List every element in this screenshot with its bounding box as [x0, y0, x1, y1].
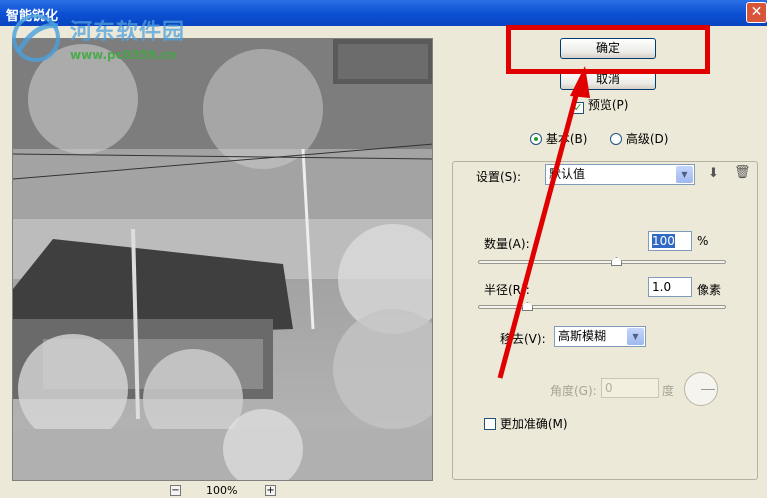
advanced-radio-row[interactable]: 高级(D): [610, 130, 668, 147]
zoom-controls: − 100% +: [160, 484, 290, 498]
advanced-radio[interactable]: [610, 133, 622, 145]
amount-value: 100: [652, 234, 675, 248]
remove-label: 移去(V):: [500, 332, 546, 346]
radius-unit: 像素: [697, 283, 722, 297]
amount-label: 数量(A):: [484, 237, 530, 251]
watermark-logo-icon: [12, 14, 60, 62]
radius-slider-track[interactable]: [478, 305, 726, 309]
watermark-url: www.pc0359.cn: [70, 48, 177, 62]
trash-icon[interactable]: 🗑: [734, 165, 751, 180]
radius-label: 半径(R):: [484, 283, 530, 297]
preview-checkbox-row[interactable]: ✓ 预览(P): [572, 96, 628, 114]
zoom-out-button[interactable]: −: [170, 485, 181, 496]
settings-value: 默认值: [549, 167, 586, 181]
radius-input[interactable]: 1.0: [648, 277, 692, 297]
angle-dial[interactable]: [684, 372, 718, 406]
zoom-in-button[interactable]: +: [265, 485, 276, 496]
zoom-level: 100%: [206, 484, 238, 497]
angle-input[interactable]: 0: [601, 378, 659, 398]
preview-image[interactable]: [12, 38, 433, 481]
amount-unit: %: [697, 234, 709, 248]
preview-checkbox[interactable]: ✓: [572, 102, 584, 114]
chevron-down-icon: ▼: [676, 166, 693, 183]
highlight-box: [506, 25, 710, 74]
advanced-label: 高级(D): [625, 132, 669, 146]
chevron-down-icon: ▼: [627, 328, 644, 345]
basic-radio[interactable]: [530, 133, 542, 145]
basic-radio-row[interactable]: 基本(B): [530, 130, 587, 147]
settings-label: 设置(S):: [476, 170, 522, 184]
remove-select[interactable]: 高斯模糊 ▼: [554, 326, 646, 347]
angle-value: 0: [605, 381, 613, 395]
radius-value: 1.0: [652, 280, 672, 294]
preview-label: 预览(P): [587, 98, 629, 112]
more-accurate-row[interactable]: 更加准确(M): [484, 415, 568, 432]
watermark-text: 河东软件园: [70, 20, 186, 45]
more-accurate-label: 更加准确(M): [499, 417, 568, 431]
close-button[interactable]: ✕: [746, 2, 767, 23]
settings-group: [452, 161, 758, 480]
angle-label: 角度(G):: [550, 384, 597, 398]
settings-select[interactable]: 默认值 ▼: [545, 164, 695, 185]
watermark: 河东软件园 www.pc0359.cn: [8, 12, 218, 66]
preview-photo-graphic: [13, 39, 432, 480]
more-accurate-checkbox[interactable]: [484, 418, 496, 430]
angle-unit: 度: [662, 384, 675, 398]
basic-label: 基本(B): [545, 132, 588, 146]
remove-value: 高斯模糊: [558, 329, 607, 343]
amount-slider-track[interactable]: [478, 260, 726, 264]
save-settings-icon[interactable]: ⬇: [708, 166, 719, 181]
amount-input[interactable]: 100: [648, 231, 692, 251]
